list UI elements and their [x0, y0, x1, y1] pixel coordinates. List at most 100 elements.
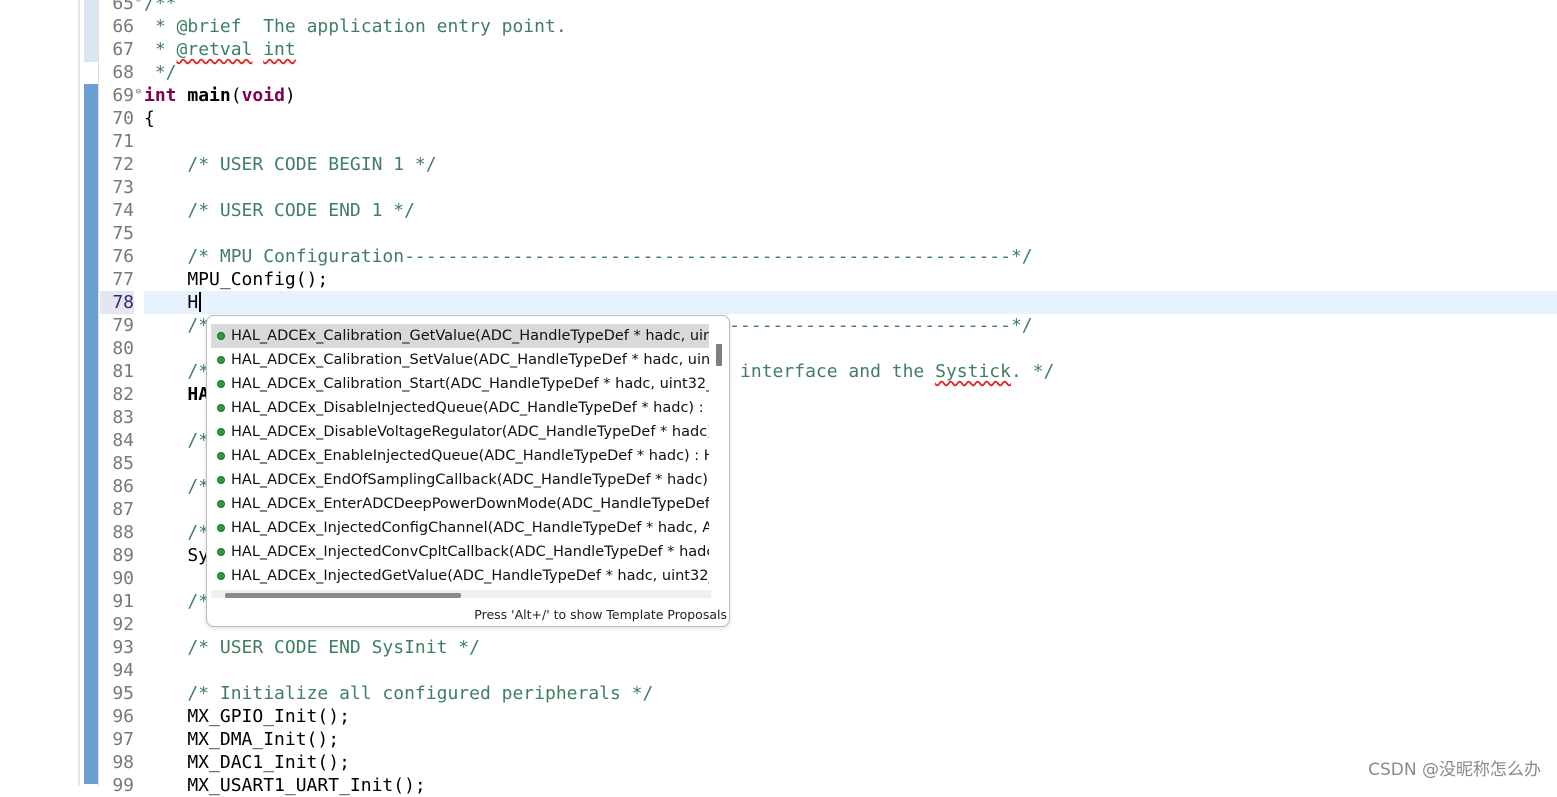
- line-number: 80: [112, 338, 134, 359]
- code-token: *: [144, 16, 177, 37]
- proposal-label: HAL_ADCEx_EnableInjectedQueue(ADC_Handle…: [231, 448, 709, 464]
- code-text[interactable]: H: [144, 291, 202, 314]
- line-number: 95: [112, 683, 134, 704]
- line-number: 82: [112, 384, 134, 405]
- proposal-item[interactable]: HAL_ADCEx_DisableVoltageRegulator(ADC_Ha…: [211, 420, 709, 444]
- line-number: 87: [112, 499, 134, 520]
- content-assist-popup[interactable]: HAL_ADCEx_Calibration_GetValue(ADC_Handl…: [206, 315, 730, 627]
- code-text[interactable]: MPU_Config();: [144, 268, 328, 291]
- code-text[interactable]: MX_DMA_Init();: [144, 728, 339, 751]
- code-text[interactable]: MX_GPIO_Init();: [144, 705, 350, 728]
- code-text[interactable]: MX_DAC1_Init();: [144, 751, 350, 774]
- code-token: . */: [1010, 361, 1055, 382]
- proposal-item[interactable]: HAL_ADCEx_Calibration_GetValue(ADC_Handl…: [211, 324, 709, 348]
- line-number: 90: [112, 568, 134, 589]
- green-dot-function-icon: [217, 355, 225, 364]
- code-token: The application entry point.: [241, 16, 567, 37]
- green-dot-function-icon: [217, 427, 225, 436]
- code-line[interactable]: 68 */: [0, 61, 1557, 84]
- line-number: 96: [112, 706, 134, 727]
- proposal-label: HAL_ADCEx_Calibration_SetValue(ADC_Handl…: [231, 352, 709, 368]
- code-line[interactable]: 67 * @retval int: [0, 38, 1557, 61]
- code-line[interactable]: 94: [0, 659, 1557, 682]
- code-token: /**: [144, 0, 177, 14]
- proposal-item[interactable]: HAL_ADCEx_InjectedGetValue(ADC_HandleTyp…: [211, 564, 709, 588]
- code-token: {: [144, 108, 155, 129]
- fold-minus-icon[interactable]: ⊖: [134, 88, 143, 97]
- code-text[interactable]: /* USER CODE END 1 */: [144, 199, 415, 222]
- code-text[interactable]: * @retval int: [144, 38, 296, 61]
- proposal-item[interactable]: HAL_ADCEx_Calibration_SetValue(ADC_Handl…: [211, 348, 709, 372]
- line-number: 69: [112, 85, 134, 106]
- code-line[interactable]: 66 * @brief The application entry point.: [0, 15, 1557, 38]
- line-number: 68: [112, 62, 134, 83]
- code-text[interactable]: /* MPU Configuration--------------------…: [144, 245, 1032, 268]
- code-line[interactable]: 96 MX_GPIO_Init();: [0, 705, 1557, 728]
- proposal-item[interactable]: HAL_ADCEx_InjectedConfigChannel(ADC_Hand…: [211, 516, 709, 540]
- popup-footer-hint: Press 'Alt+/' to show Template Proposals: [474, 607, 727, 622]
- line-number: 93: [112, 637, 134, 658]
- line-number: 76: [112, 246, 134, 267]
- code-text[interactable]: /**: [144, 0, 177, 15]
- proposal-vertical-scrollbar[interactable]: [716, 344, 722, 366]
- code-line[interactable]: 69 ⊖ int main(void): [0, 84, 1557, 107]
- proposal-item[interactable]: HAL_ADCEx_EnterADCDeepPowerDownMode(ADC_…: [211, 492, 709, 516]
- code-token: H: [144, 292, 199, 313]
- code-token: int: [263, 39, 296, 60]
- line-number: 77: [112, 269, 134, 290]
- code-line[interactable]: 93 /* USER CODE END SysInit */: [0, 636, 1557, 659]
- code-line[interactable]: 78 H: [0, 291, 1557, 314]
- proposal-label: HAL_ADCEx_DisableInjectedQueue(ADC_Handl…: [231, 400, 709, 416]
- code-token: MX_DAC1_Init();: [144, 752, 350, 773]
- code-line[interactable]: 76 /* MPU Configuration-----------------…: [0, 245, 1557, 268]
- code-text[interactable]: /* Initialize all configured peripherals…: [144, 682, 653, 705]
- code-line[interactable]: 75: [0, 222, 1557, 245]
- green-dot-function-icon: [217, 379, 225, 388]
- proposal-item[interactable]: HAL_ADCEx_Calibration_Start(ADC_HandleTy…: [211, 372, 709, 396]
- proposal-label: HAL_ADCEx_EndOfSamplingCallback(ADC_Hand…: [231, 472, 709, 488]
- code-line[interactable]: 73: [0, 176, 1557, 199]
- code-text[interactable]: int main(void): [144, 84, 296, 107]
- green-dot-function-icon: [217, 403, 225, 412]
- code-token: main: [187, 85, 231, 106]
- green-dot-function-icon: [217, 451, 225, 460]
- code-line[interactable]: 77 MPU_Config();: [0, 268, 1557, 291]
- proposal-label: HAL_ADCEx_DisableVoltageRegulator(ADC_Ha…: [231, 424, 709, 440]
- line-number: 73: [112, 177, 134, 198]
- code-text[interactable]: /* USER CODE END SysInit */: [144, 636, 480, 659]
- code-text[interactable]: */: [144, 61, 177, 84]
- code-line[interactable]: 98 MX_DAC1_Init();: [0, 751, 1557, 774]
- code-token: MX_GPIO_Init();: [144, 706, 350, 727]
- code-line[interactable]: 71: [0, 130, 1557, 153]
- code-text[interactable]: {: [144, 107, 155, 130]
- proposal-list[interactable]: HAL_ADCEx_Calibration_GetValue(ADC_Handl…: [209, 324, 709, 596]
- code-line[interactable]: 65 ⊖/**: [0, 0, 1557, 15]
- proposal-item[interactable]: HAL_ADCEx_EndOfSamplingCallback(ADC_Hand…: [211, 468, 709, 492]
- line-number: 72: [112, 154, 134, 175]
- proposal-horizontal-scrollbar[interactable]: [225, 593, 461, 598]
- proposal-item[interactable]: HAL_ADCEx_InjectedConvCpltCallback(ADC_H…: [211, 540, 709, 564]
- code-token: /* USER CODE BEGIN 1 */: [187, 154, 437, 175]
- fold-minus-icon[interactable]: ⊖: [134, 0, 143, 5]
- proposal-label: HAL_ADCEx_InjectedConvCpltCallback(ADC_H…: [231, 544, 709, 560]
- code-line[interactable]: 72 /* USER CODE BEGIN 1 */: [0, 153, 1557, 176]
- proposal-label: HAL_ADCEx_InjectedGetValue(ADC_HandleTyp…: [231, 568, 709, 584]
- code-text[interactable]: * @brief The application entry point.: [144, 15, 567, 38]
- green-dot-function-icon: [217, 547, 225, 556]
- proposal-item[interactable]: HAL_ADCEx_DisableInjectedQueue(ADC_Handl…: [211, 396, 709, 420]
- code-token: /* Initialize all configured peripherals…: [187, 683, 654, 704]
- code-line[interactable]: 70 {: [0, 107, 1557, 130]
- code-text[interactable]: /* USER CODE BEGIN 1 */: [144, 153, 437, 176]
- line-number: 91: [112, 591, 134, 612]
- code-line[interactable]: 95 /* Initialize all configured peripher…: [0, 682, 1557, 705]
- line-number: 97: [112, 729, 134, 750]
- code-line[interactable]: 74 /* USER CODE END 1 */: [0, 199, 1557, 222]
- code-line[interactable]: 97 MX_DMA_Init();: [0, 728, 1557, 751]
- code-token: MX_DMA_Init();: [144, 729, 340, 750]
- proposal-item[interactable]: HAL_ADCEx_EnableInjectedQueue(ADC_Handle…: [211, 444, 709, 468]
